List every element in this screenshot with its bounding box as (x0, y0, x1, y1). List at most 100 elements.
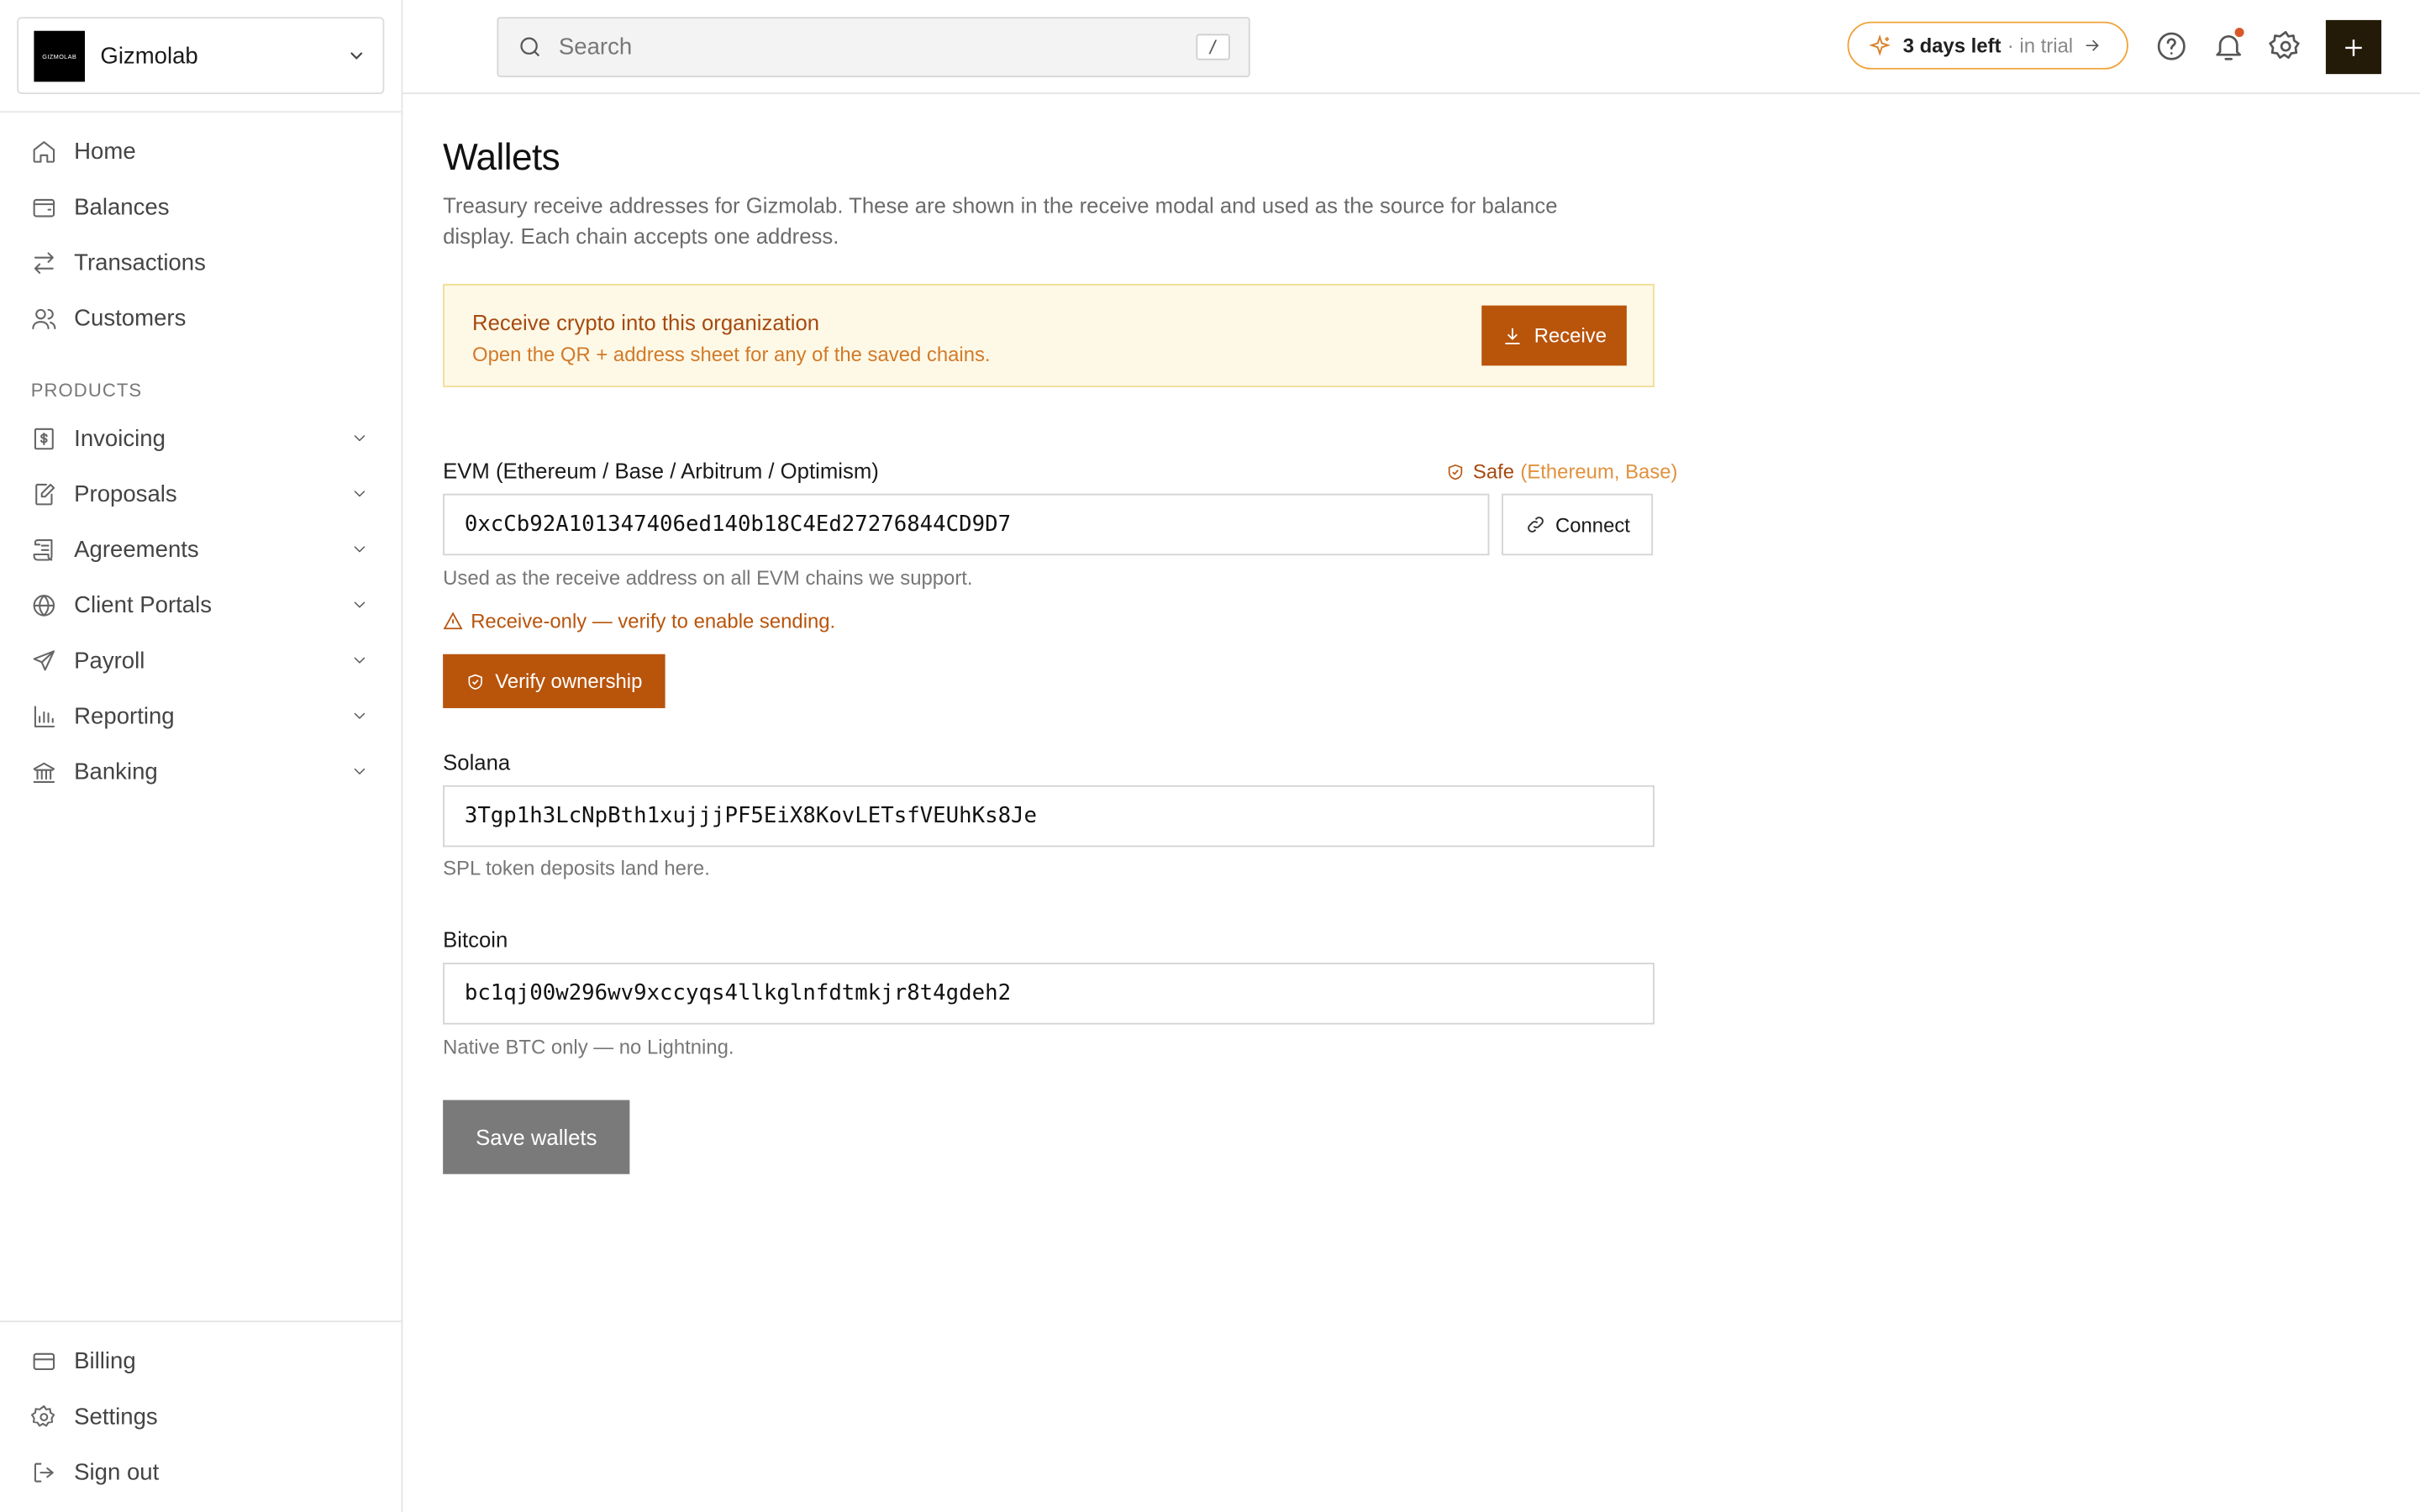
evm-address-value: 0xcCb92A101347406ed140b18C4Ed27276844CD9… (464, 512, 1012, 538)
sidebar-item-proposals[interactable]: Proposals (0, 466, 402, 522)
solana-address-input[interactable]: 3Tgp1h3LcNpBth1xujjjPF5EiX8KovLETsfVEUhK… (443, 785, 1655, 848)
solana-address-value: 3Tgp1h3LcNpBth1xujjjPF5EiX8KovLETsfVEUhK… (464, 803, 1038, 829)
notification-dot (2234, 28, 2244, 38)
evm-address-input[interactable]: 0xcCb92A101347406ed140b18C4Ed27276844CD9… (443, 493, 1490, 556)
sidebar-item-label: Home (74, 138, 136, 165)
sidebar-item-label: Invoicing (74, 425, 166, 452)
help-icon (2157, 32, 2186, 60)
chevron-down-icon (354, 601, 366, 608)
chevron-down-icon (354, 768, 366, 774)
sidebar-item-banking[interactable]: Banking (0, 743, 402, 799)
warning-text: Receive-only — verify to enable sending. (471, 609, 836, 633)
invoice-icon (34, 427, 54, 449)
receive-only-warning: Receive-only — verify to enable sending. (443, 609, 835, 633)
users-icon (32, 307, 56, 329)
sidebar-item-label: Customers (74, 304, 187, 331)
chevron-down-icon (354, 435, 366, 442)
arrow-right-icon (2086, 39, 2100, 51)
receive-button[interactable]: Receive (1481, 305, 1627, 366)
credit-card-icon (33, 1352, 55, 1370)
sparkle-icon (1869, 34, 1891, 55)
trial-suffix: · in trial (2007, 34, 2074, 57)
receive-button-label: Receive (1534, 323, 1607, 348)
evm-label: EVM (Ethereum / Base / Arbitrum / Optimi… (443, 458, 879, 483)
create-button[interactable] (2325, 19, 2382, 75)
wallet-icon (33, 197, 55, 217)
link-icon (1527, 517, 1544, 533)
sidebar-nav: Home Balances Transactions Customers PRO… (0, 123, 402, 799)
sidebar-item-label: Proposals (74, 480, 177, 507)
org-switcher[interactable]: GIZMOLAB Gizmolab (17, 17, 385, 95)
sidebar-item-label: Transactions (74, 249, 206, 276)
trial-days-left: 3 days left (1902, 34, 2002, 57)
chevron-down-icon (354, 491, 366, 497)
download-icon (1505, 327, 1520, 344)
solana-label: Solana (443, 749, 511, 775)
bitcoin-label: Bitcoin (443, 927, 508, 953)
save-wallets-button[interactable]: Save wallets (443, 1100, 630, 1174)
sidebar: GIZMOLAB Gizmolab Home Balances Transact… (0, 0, 403, 1512)
verify-button-label: Verify ownership (495, 669, 643, 693)
send-icon (33, 649, 55, 670)
gear-icon (30, 1404, 55, 1426)
chart-icon (34, 705, 55, 727)
save-button-label: Save wallets (476, 1124, 597, 1150)
sidebar-item-balances[interactable]: Balances (0, 179, 402, 234)
sidebar-item-agreements[interactable]: Agreements (0, 522, 402, 577)
search-shortcut-key: / (1196, 34, 1230, 60)
trial-badge[interactable]: 3 days left · in trial (1847, 21, 2128, 70)
sidebar-item-label: Reporting (74, 702, 175, 729)
safe-label: Safe (1472, 459, 1515, 483)
sidebar-item-transactions[interactable]: Transactions (0, 234, 402, 290)
proposal-icon (35, 482, 55, 505)
sidebar-item-customers[interactable]: Customers (0, 290, 402, 345)
search-input[interactable]: Search / (497, 17, 1250, 77)
sidebar-item-label: Agreements (74, 536, 199, 563)
bank-icon (33, 761, 55, 783)
sidebar-item-label: Sign out (74, 1458, 160, 1485)
home-icon (33, 140, 55, 162)
solana-hint: SPL token deposits land here. (443, 856, 710, 879)
sidebar-item-label: Client Portals (74, 591, 213, 618)
org-name: Gizmolab (100, 42, 198, 69)
verify-ownership-button[interactable]: Verify ownership (443, 654, 666, 709)
bitcoin-address-input[interactable]: bc1qj00w296wv9xccyqs4llkglnfdtmkjr8t4gde… (443, 963, 1655, 1025)
sign-out-icon (34, 1462, 54, 1482)
evm-hint: Used as the receive address on all EVM c… (443, 566, 973, 590)
sidebar-item-label: Banking (74, 758, 158, 785)
notifications-button[interactable] (2212, 28, 2245, 63)
help-button[interactable] (2154, 29, 2188, 63)
sidebar-item-label: Billing (74, 1347, 136, 1374)
org-logo: GIZMOLAB (34, 29, 86, 81)
page-description: Treasury receive addresses for Gizmolab.… (443, 192, 1558, 249)
sidebar-item-payroll[interactable]: Payroll (0, 633, 402, 688)
sidebar-item-label: Balances (74, 193, 170, 220)
connect-button-label: Connect (1555, 512, 1630, 537)
bitcoin-hint: Native BTC only — no Lightning. (443, 1035, 734, 1058)
chevron-down-icon (350, 52, 363, 60)
search-icon (520, 37, 540, 57)
sidebar-divider (0, 111, 403, 113)
settings-button[interactable] (2269, 29, 2302, 63)
sidebar-bottom-nav: Billing Settings Sign out (0, 1333, 402, 1499)
shield-check-icon (468, 673, 482, 690)
sidebar-item-sign-out[interactable]: Sign out (0, 1444, 402, 1499)
sidebar-item-client-portals[interactable]: Client Portals (0, 577, 402, 633)
plus-icon (2345, 39, 2362, 55)
banner-subtitle: Open the QR + address sheet for any of t… (472, 342, 991, 366)
sidebar-item-label: Settings (74, 1403, 158, 1430)
sidebar-item-billing[interactable]: Billing (0, 1333, 402, 1389)
sidebar-item-settings[interactable]: Settings (0, 1389, 402, 1444)
gear-icon (2269, 30, 2300, 59)
sidebar-item-home[interactable]: Home (0, 123, 402, 179)
arrows-icon (34, 251, 54, 273)
bitcoin-address-value: bc1qj00w296wv9xccyqs4llkglnfdtmkjr8t4gde… (464, 981, 1012, 1006)
section-label-products: PRODUCTS (30, 379, 143, 402)
scroll-icon (33, 538, 53, 560)
sidebar-item-invoicing[interactable]: Invoicing (0, 411, 402, 466)
sidebar-bottom-divider (0, 1320, 403, 1323)
sidebar-item-label: Payroll (74, 647, 145, 674)
sidebar-item-reporting[interactable]: Reporting (0, 688, 402, 743)
connect-button[interactable]: Connect (1502, 493, 1654, 556)
receive-banner: Receive crypto into this organization Op… (443, 283, 1655, 388)
